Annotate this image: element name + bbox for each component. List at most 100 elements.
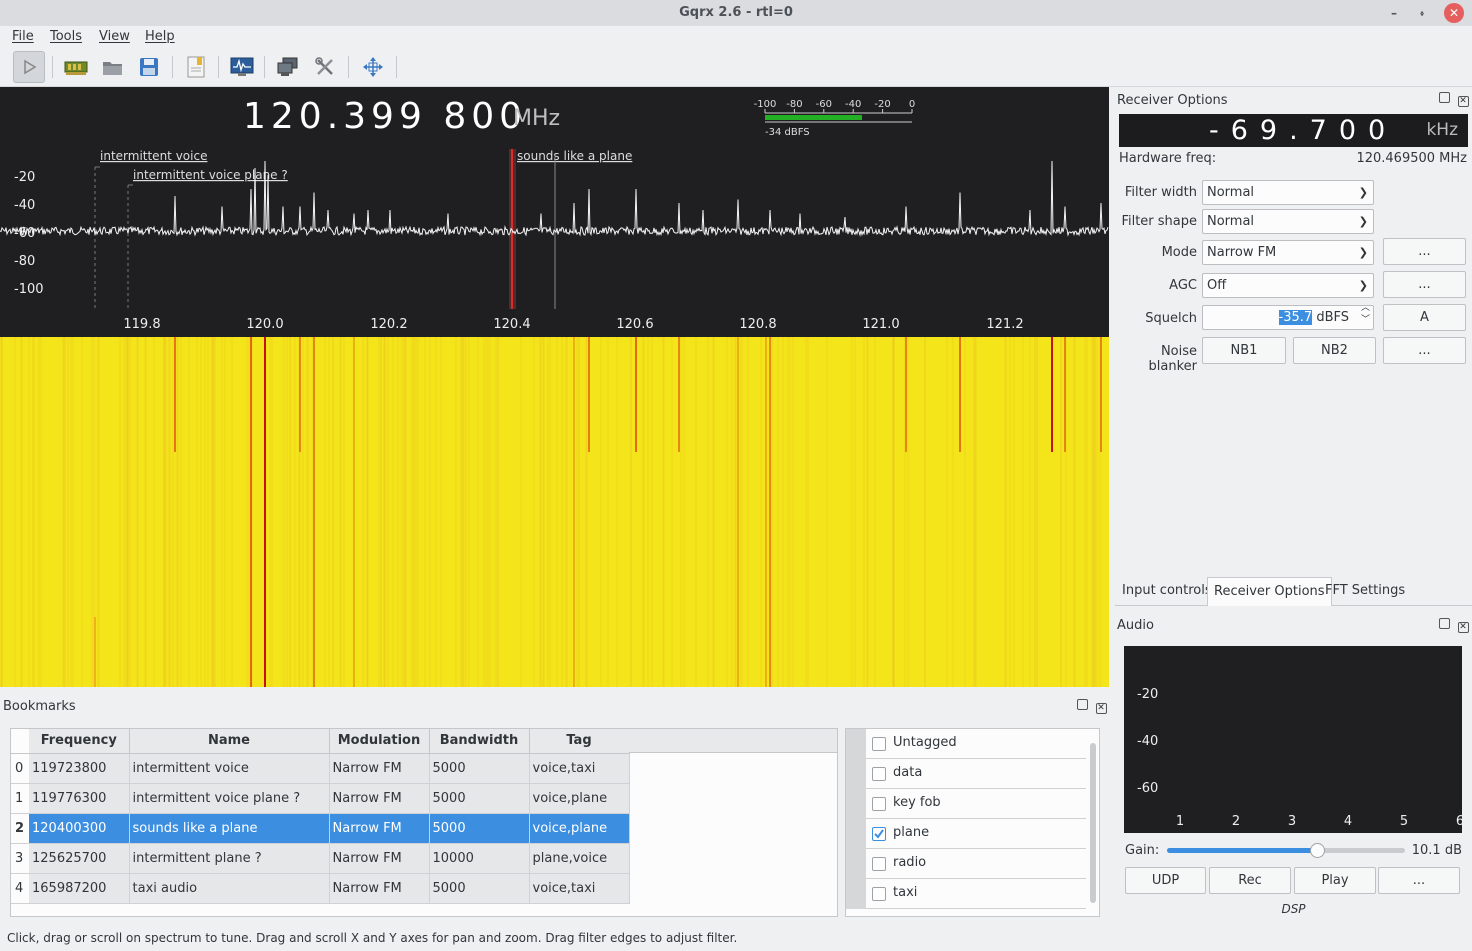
column-bandwidth[interactable]: Bandwidth xyxy=(429,729,530,754)
cell-frequency[interactable]: 125625700 xyxy=(29,843,130,874)
udp-button[interactable]: UDP xyxy=(1125,867,1206,894)
fft-view-button[interactable] xyxy=(226,51,258,83)
squelch-label: Squelch xyxy=(1145,311,1197,326)
cell-modulation[interactable]: Narrow FM xyxy=(329,753,430,784)
cell-name[interactable]: intermittent voice plane ? xyxy=(129,783,330,814)
column-frequency[interactable]: Frequency xyxy=(29,729,130,754)
column-name[interactable]: Name xyxy=(129,729,330,754)
table-row[interactable]: 0 119723800 intermittent voice Narrow FM… xyxy=(11,753,630,784)
spectrum-plot[interactable]: 120.399 800 MHz -100 -80 -60 -40 -20 0 -34 dBF… xyxy=(0,87,1109,337)
cell-name[interactable]: intermittent voice xyxy=(129,753,330,784)
tag-list-scrollbar[interactable] xyxy=(1090,743,1096,903)
offset-display[interactable]: -69.700 kHz xyxy=(1119,114,1468,147)
cell-frequency[interactable]: 119776300 xyxy=(29,783,130,814)
tab-input-controls[interactable]: Input controls xyxy=(1116,577,1218,606)
cell-tag[interactable]: voice,plane xyxy=(529,783,630,814)
cell-modulation[interactable]: Narrow FM xyxy=(329,783,430,814)
cell-frequency[interactable]: 165987200 xyxy=(29,873,130,904)
mode-select[interactable]: Narrow FM ❯ xyxy=(1202,240,1374,265)
column-tag[interactable]: Tag xyxy=(529,729,630,754)
tag-item[interactable]: Untagged xyxy=(846,729,1086,759)
tag-item[interactable]: key fob xyxy=(846,789,1086,819)
receiver-options-title: Receiver Options xyxy=(1117,93,1228,108)
close-button[interactable]: ✕ xyxy=(1444,3,1464,23)
menu-tools[interactable]: Tools xyxy=(50,29,82,44)
io-devices-button[interactable] xyxy=(60,51,92,83)
cell-name[interactable]: taxi audio xyxy=(129,873,330,904)
noise-blanker-options-button[interactable]: ... xyxy=(1383,337,1466,364)
cell-bandwidth[interactable]: 5000 xyxy=(429,753,530,784)
tag-item[interactable]: radio xyxy=(846,849,1086,879)
mode-options-button[interactable]: ... xyxy=(1383,238,1466,265)
squelch-auto-button[interactable]: A xyxy=(1383,304,1466,331)
offset-value[interactable]: -69.700 xyxy=(1209,114,1397,147)
tab-receiver-options[interactable]: Receiver Options xyxy=(1207,577,1332,606)
open-settings-button[interactable] xyxy=(97,51,129,83)
tag-item[interactable]: plane xyxy=(846,819,1086,849)
table-row[interactable]: 1 119776300 intermittent voice plane ? N… xyxy=(11,783,630,814)
waterfall-display[interactable] xyxy=(0,337,1109,687)
cell-modulation[interactable]: Narrow FM xyxy=(329,843,430,874)
agc-select[interactable]: Off ❯ xyxy=(1202,273,1374,298)
checkbox[interactable] xyxy=(872,767,886,781)
float-icon[interactable] xyxy=(1077,699,1088,710)
cell-bandwidth[interactable]: 5000 xyxy=(429,783,530,814)
load-bookmark-button[interactable] xyxy=(180,51,212,83)
filter-shape-select[interactable]: Normal ❯ xyxy=(1202,209,1374,234)
audio-options-button[interactable]: ... xyxy=(1378,867,1460,894)
cell-tag[interactable]: voice,plane xyxy=(529,813,630,844)
table-row-selected[interactable]: 2 120400300 sounds like a plane Narrow F… xyxy=(11,813,630,844)
maximize-button[interactable]: ⬫ xyxy=(1412,3,1432,23)
fullscreen-button[interactable] xyxy=(357,51,389,83)
checkbox[interactable] xyxy=(872,737,886,751)
checkbox-checked[interactable] xyxy=(872,827,886,841)
menu-view[interactable]: View xyxy=(99,29,130,44)
filter-width-select[interactable]: Normal ❯ xyxy=(1202,180,1374,205)
cell-tag[interactable]: plane,voice xyxy=(529,843,630,874)
checkbox[interactable] xyxy=(872,797,886,811)
tag-item[interactable]: data xyxy=(846,759,1086,789)
cell-bandwidth[interactable]: 5000 xyxy=(429,813,530,844)
cell-tag[interactable]: voice,taxi xyxy=(529,873,630,904)
close-icon[interactable]: ✕ xyxy=(1095,703,1107,714)
squelch-spinbox[interactable]: -35.7 dBFS ︿ ﹀ xyxy=(1202,302,1374,330)
cell-frequency[interactable]: 119723800 xyxy=(29,753,130,784)
start-dsp-button[interactable] xyxy=(13,51,45,83)
float-icon[interactable] xyxy=(1439,618,1450,629)
table-row[interactable]: 3 125625700 intermittent plane ? Narrow … xyxy=(11,843,630,874)
play-button[interactable]: Play xyxy=(1294,867,1376,894)
record-button[interactable]: Rec xyxy=(1209,867,1291,894)
cell-modulation[interactable]: Narrow FM xyxy=(329,813,430,844)
audio-fft-plot[interactable]: -20 -40 -60 1 2 3 4 5 6 xyxy=(1124,646,1464,833)
settings-tools-button[interactable] xyxy=(309,51,341,83)
cell-name[interactable]: sounds like a plane xyxy=(129,813,330,844)
close-icon[interactable]: ✕ xyxy=(1457,96,1469,107)
cell-tag[interactable]: voice,taxi xyxy=(529,753,630,784)
cell-bandwidth[interactable]: 5000 xyxy=(429,873,530,904)
table-row[interactable]: 4 165987200 taxi audio Narrow FM 5000 vo… xyxy=(11,873,630,904)
gain-slider-handle[interactable] xyxy=(1309,843,1325,858)
cell-bandwidth[interactable]: 10000 xyxy=(429,843,530,874)
cell-frequency[interactable]: 120400300 xyxy=(29,813,130,844)
spectrum-graph[interactable]: -100 -80 -60 -40 -20 0-34 dBFS-20-40-60-80-10… xyxy=(0,87,1109,337)
checkbox[interactable] xyxy=(872,857,886,871)
agc-options-button[interactable]: ... xyxy=(1383,271,1466,298)
remote-control-button[interactable] xyxy=(272,51,304,83)
cell-modulation[interactable]: Narrow FM xyxy=(329,873,430,904)
save-settings-button[interactable] xyxy=(133,51,165,83)
menu-help[interactable]: Help xyxy=(145,29,175,44)
menu-file[interactable]: File xyxy=(12,29,34,44)
nb2-button[interactable]: NB2 xyxy=(1293,337,1376,364)
tab-fft-settings[interactable]: FFT Settings xyxy=(1319,577,1411,606)
spin-arrows-icon[interactable]: ︿ ﹀ xyxy=(1361,302,1370,326)
column-modulation[interactable]: Modulation xyxy=(329,729,430,754)
tag-item[interactable]: taxi xyxy=(846,879,1086,909)
squelch-value[interactable]: -35.7 xyxy=(1278,310,1313,325)
close-icon[interactable]: ✕ xyxy=(1457,622,1469,633)
nb1-button[interactable]: NB1 xyxy=(1202,337,1286,364)
gain-slider[interactable] xyxy=(1167,843,1405,858)
cell-name[interactable]: intermittent plane ? xyxy=(129,843,330,874)
minimize-button[interactable]: – xyxy=(1384,3,1404,23)
checkbox[interactable] xyxy=(872,887,886,901)
float-icon[interactable] xyxy=(1439,92,1450,103)
